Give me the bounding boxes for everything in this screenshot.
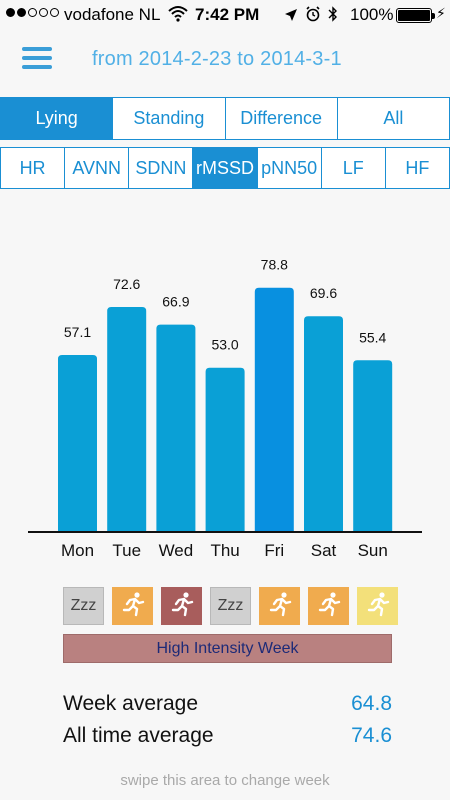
week-average-label: Week average <box>63 692 199 715</box>
all-time-average-label: All time average <box>63 724 214 747</box>
rest-day-tile[interactable]: Zzz <box>210 587 251 625</box>
signal-strength-icon <box>6 8 59 17</box>
tab-hf[interactable]: HF <box>385 148 449 188</box>
run-day-tile[interactable] <box>161 587 202 625</box>
activity-tiles: Zzz Zzz <box>63 587 398 625</box>
runner-icon <box>120 591 146 622</box>
bar-thu[interactable] <box>205 367 245 532</box>
tab-standing[interactable]: Standing <box>113 98 226 139</box>
location-arrow-icon <box>284 7 298 27</box>
sleep-zzz-label: Zzz <box>217 597 244 614</box>
sleep-zzz-label: Zzz <box>70 597 97 614</box>
status-time: 7:42 PM <box>195 5 260 24</box>
rest-day-tile[interactable]: Zzz <box>63 587 104 625</box>
tab-difference[interactable]: Difference <box>225 98 338 139</box>
bar-value-label: 66.9 <box>162 294 189 310</box>
alarm-clock-icon <box>305 6 321 27</box>
tab-rmssd[interactable]: rMSSD <box>193 148 258 188</box>
week-average-row: Week average 64.8 <box>63 692 392 716</box>
runner-icon <box>365 591 391 622</box>
bar-sun[interactable] <box>353 360 393 532</box>
bar-value-label: 57.1 <box>64 324 91 340</box>
runner-icon <box>169 591 195 622</box>
position-segmented-control: Lying Standing Difference All <box>0 97 450 140</box>
battery-icon <box>396 8 435 23</box>
x-tick-label: Thu <box>210 541 239 560</box>
carrier-name: vodafone NL <box>64 5 161 24</box>
wifi-icon <box>168 4 188 27</box>
week-intensity-label: High Intensity Week <box>63 634 392 663</box>
hamburger-menu-icon[interactable] <box>22 47 52 69</box>
x-tick-label: Mon <box>61 541 94 560</box>
bar-value-label: 72.6 <box>113 276 140 292</box>
runner-icon <box>267 591 293 622</box>
runner-icon <box>316 591 342 622</box>
bar-mon[interactable] <box>58 354 97 532</box>
battery-percentage: 100% <box>350 5 394 24</box>
metric-segmented-control: HR AVNN SDNN rMSSD pNN50 LF HF <box>0 147 450 189</box>
bar-tue[interactable] <box>107 306 147 532</box>
run-day-tile[interactable] <box>112 587 153 625</box>
run-day-tile[interactable] <box>357 587 398 625</box>
all-time-average-row: All time average 74.6 <box>63 724 392 748</box>
bar-value-label: 69.6 <box>310 285 337 301</box>
weekly-bar-chart[interactable]: 57.1 Mon 72.6 Tue 66.9 Wed 53.0 Thu 78.8 Fri 69.6 S… <box>0 190 450 570</box>
x-tick-label: Wed <box>159 541 194 560</box>
x-tick-label: Sun <box>358 541 388 560</box>
tab-avnn[interactable]: AVNN <box>65 148 130 188</box>
status-bar: vodafone NL 7:42 PM 100% ⚡ <box>0 0 450 30</box>
charging-bolt-icon: ⚡ <box>436 5 446 21</box>
bluetooth-icon <box>328 6 338 27</box>
tab-sdnn[interactable]: SDNN <box>129 148 194 188</box>
tab-all[interactable]: All <box>337 98 449 139</box>
bar-wed[interactable] <box>156 324 196 532</box>
all-time-average-value: 74.6 <box>351 724 392 747</box>
x-tick-label: Fri <box>264 541 284 560</box>
tab-lying[interactable]: Lying <box>1 98 114 139</box>
bar-sat[interactable] <box>304 316 343 532</box>
bar-value-label: 55.4 <box>359 329 386 345</box>
run-day-tile[interactable] <box>308 587 349 625</box>
bar-value-label: 53.0 <box>211 337 238 353</box>
week-average-value: 64.8 <box>351 692 392 715</box>
x-tick-label: Sat <box>311 541 337 560</box>
run-day-tile[interactable] <box>259 587 300 625</box>
date-range-title: from 2014-2-23 to 2014-3-1 <box>92 48 342 70</box>
tab-pnn50[interactable]: pNN50 <box>257 148 322 188</box>
tab-lf[interactable]: LF <box>321 148 386 188</box>
bar-chart-svg: 57.1 Mon 72.6 Tue 66.9 Wed 53.0 Thu 78.8 Fri 69.6 S… <box>28 257 422 560</box>
x-tick-label: Tue <box>112 541 141 560</box>
bar-fri[interactable] <box>254 287 294 532</box>
tab-hr[interactable]: HR <box>1 148 66 188</box>
bar-value-label: 78.8 <box>261 257 288 273</box>
swipe-hint: swipe this area to change week <box>120 772 330 789</box>
